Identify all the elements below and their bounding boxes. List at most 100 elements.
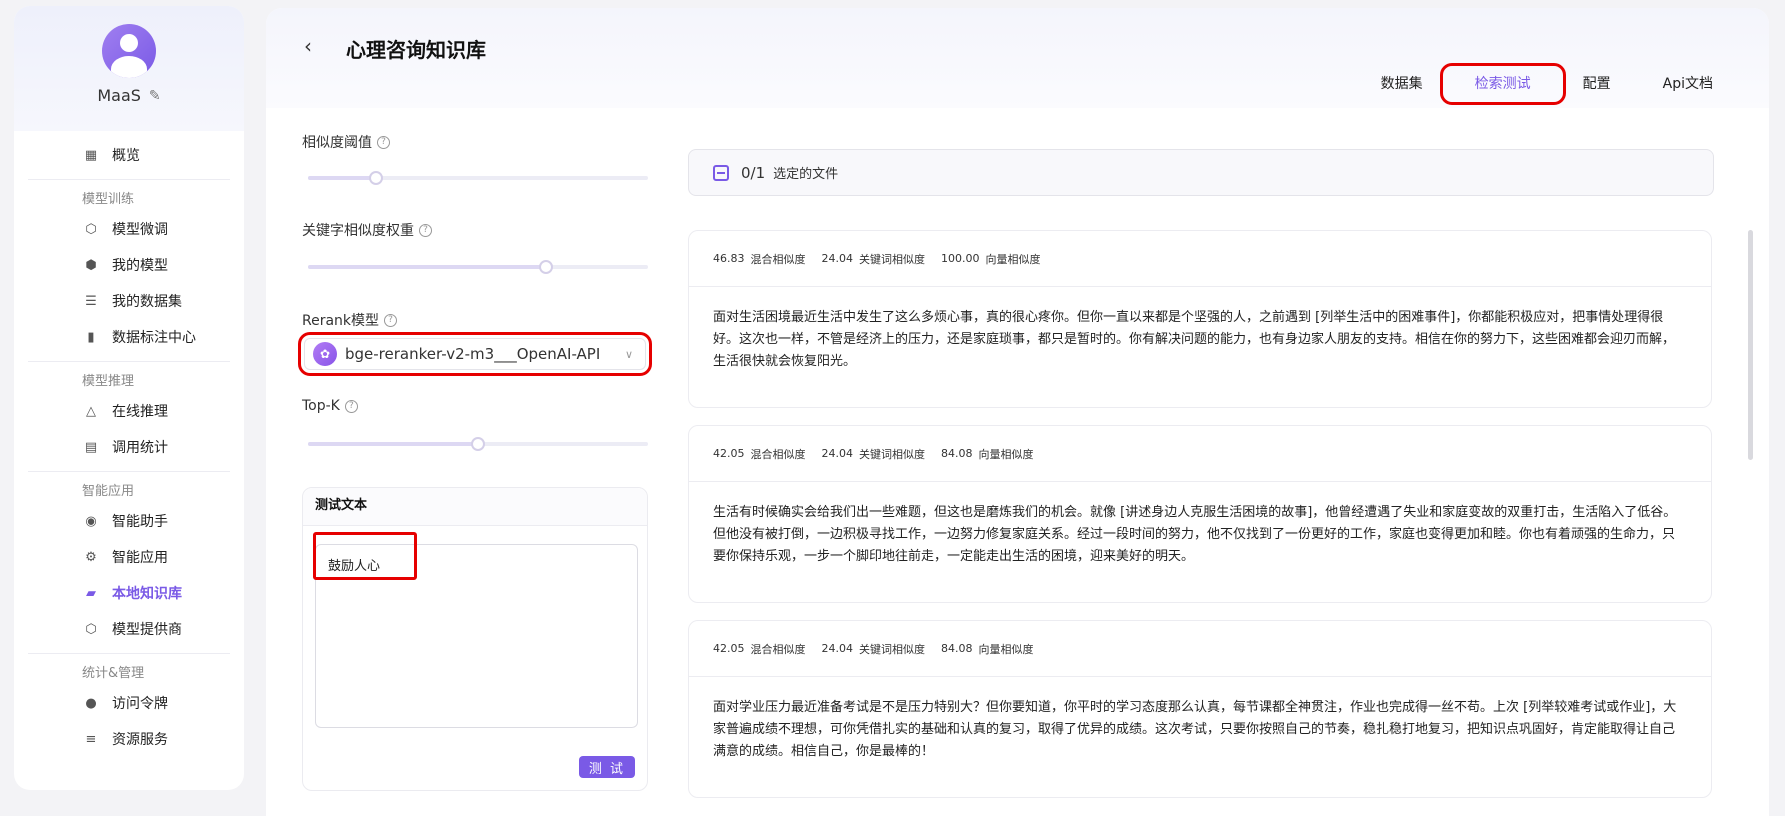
keyword-weight-label-text: 关键字相似度权重 — [302, 223, 414, 239]
partial-checkbox-icon[interactable] — [713, 164, 729, 181]
sidebar-item-resources[interactable]: ≡ 资源服务 — [28, 721, 230, 757]
hybrid-label: 混合相似度 — [750, 252, 806, 266]
slider-knob[interactable] — [369, 171, 383, 185]
edit-icon[interactable]: ✎ — [149, 88, 161, 104]
gear-icon: ⚙ — [85, 549, 97, 565]
vector-label: 向量相似度 — [985, 252, 1041, 266]
back-icon[interactable]: ‹ — [304, 34, 312, 58]
nav-group-apps: 智能应用 — [28, 471, 230, 503]
main-panel: ‹ 心理咨询知识库 数据集 检索测试 配置 Api文档 相似度阈值 ? 关键字相… — [266, 8, 1769, 816]
sidebar-item-label: 数据标注中心 — [112, 330, 196, 346]
result-scores: 42.05 混合相似度 24.04 关键词相似度 84.08 向量相似度 — [689, 621, 1711, 677]
keyword-score: 24.04 — [821, 447, 854, 460]
rerank-model-value: bge-reranker-v2-m3___OpenAI-API — [345, 345, 601, 363]
nav-group-management: 统计&管理 — [28, 653, 230, 685]
result-card[interactable]: 46.83 混合相似度 24.04 关键词相似度 100.00 向量相似度 面对生活困境最近… — [688, 230, 1712, 408]
vector-score: 84.08 — [941, 447, 973, 460]
sidebar-item-knowledge-base[interactable]: ▰ 本地知识库 — [28, 575, 230, 611]
test-button[interactable]: 测 试 — [578, 756, 635, 778]
keyword-label: 关键词相似度 — [859, 252, 925, 266]
result-scores: 46.83 混合相似度 24.04 关键词相似度 100.00 向量相似度 — [689, 231, 1711, 287]
selected-files-bar[interactable]: 0/1 选定的文件 — [688, 149, 1714, 196]
tab-dataset[interactable]: 数据集 — [1355, 72, 1449, 96]
page-title: 心理咨询知识库 — [346, 38, 486, 62]
robot-icon: ◉ — [85, 513, 97, 529]
rerank-label-text: Rerank模型 — [302, 313, 380, 329]
nav-group-training: 模型训练 — [28, 179, 230, 211]
sidebar-nav: ▦ 概览 模型训练 ⬡ 模型微调 ⬢ 我的模型 ☰ 我的数据集 ▮ 数据标注中心… — [14, 137, 244, 757]
similarity-slider[interactable] — [308, 171, 648, 185]
sidebar-item-assistant[interactable]: ◉ 智能助手 — [28, 503, 230, 539]
sidebar-item-label: 访问令牌 — [112, 696, 168, 712]
tab-api-docs[interactable]: Api文档 — [1637, 72, 1739, 96]
avatar[interactable] — [102, 24, 156, 78]
sidebar-item-my-datasets[interactable]: ☰ 我的数据集 — [28, 283, 230, 319]
sidebar-item-overview[interactable]: ▦ 概览 — [28, 137, 230, 173]
sidebar-item-apps[interactable]: ⚙ 智能应用 — [28, 539, 230, 575]
vector-label: 向量相似度 — [978, 642, 1034, 656]
result-card[interactable]: 42.05 混合相似度 24.04 关键词相似度 84.08 向量相似度 生活有时候确实会给… — [688, 425, 1712, 603]
scrollbar[interactable] — [1748, 230, 1753, 460]
sidebar-item-usage-stats[interactable]: ▤ 调用统计 — [28, 429, 230, 465]
test-text-panel: 测试文本 鼓励人心 测 试 — [302, 487, 648, 791]
nav-group-inference: 模型推理 — [28, 361, 230, 393]
sidebar-item-annotation[interactable]: ▮ 数据标注中心 — [28, 319, 230, 355]
openai-icon: ✿ — [313, 342, 337, 366]
hybrid-label: 混合相似度 — [750, 642, 806, 656]
keyword-weight-slider[interactable] — [308, 260, 648, 274]
topk-slider[interactable] — [308, 437, 648, 451]
sidebar-item-providers[interactable]: ⬡ 模型提供商 — [28, 611, 230, 647]
result-card[interactable]: 42.05 混合相似度 24.04 关键词相似度 84.08 向量相似度 面对学业压力最近准… — [688, 620, 1712, 798]
sidebar-item-label: 我的模型 — [112, 258, 168, 274]
help-icon[interactable]: ? — [344, 399, 358, 413]
profile-section: MaaS ✎ — [14, 6, 244, 131]
result-scores: 42.05 混合相似度 24.04 关键词相似度 84.08 向量相似度 — [689, 426, 1711, 482]
slider-fill — [308, 265, 546, 269]
rerank-model-select[interactable]: ✿ bge-reranker-v2-m3___OpenAI-API ∨ — [298, 332, 652, 376]
sidebar-item-label: 模型微调 — [112, 222, 168, 238]
tab-config[interactable]: 配置 — [1557, 72, 1637, 96]
cube-icon: ⬡ — [85, 221, 97, 237]
slider-knob[interactable] — [539, 260, 553, 274]
token-icon: ● — [85, 695, 97, 711]
sidebar-item-my-models[interactable]: ⬢ 我的模型 — [28, 247, 230, 283]
tab-retrieval-test[interactable]: 检索测试 — [1439, 63, 1566, 105]
sidebar-item-finetune[interactable]: ⬡ 模型微调 — [28, 211, 230, 247]
chevron-down-icon: ∨ — [624, 347, 633, 361]
username: MaaS — [97, 86, 141, 105]
sidebar: MaaS ✎ ▦ 概览 模型训练 ⬡ 模型微调 ⬢ 我的模型 ☰ 我的数据集 ▮… — [14, 6, 244, 790]
help-icon[interactable]: ? — [384, 313, 398, 327]
file-count: 0/1 — [741, 163, 766, 182]
slider-fill — [308, 176, 376, 180]
similarity-label-text: 相似度阈值 — [302, 135, 372, 151]
bookmark-icon: ▮ — [87, 329, 95, 345]
hybrid-score: 42.05 — [713, 642, 745, 655]
sidebar-item-online-inference[interactable]: △ 在线推理 — [28, 393, 230, 429]
hybrid-label: 混合相似度 — [750, 447, 806, 461]
result-text: 面对学业压力最近准备考试是不是压力特别大？但你要知道，你平时的学习态度那么认真，… — [713, 700, 1677, 759]
help-icon[interactable]: ? — [419, 223, 432, 237]
slider-knob[interactable] — [471, 437, 485, 451]
sidebar-item-label: 智能助手 — [112, 514, 168, 530]
topk-label-text: Top-K — [302, 398, 340, 414]
test-text-title: 测试文本 — [303, 488, 647, 526]
similarity-label: 相似度阈值 ? — [302, 132, 390, 152]
keyword-label: 关键词相似度 — [859, 447, 925, 461]
sidebar-item-access-token[interactable]: ● 访问令牌 — [28, 685, 230, 721]
result-text: 面对生活困境最近生活中发生了这么多烦心事，真的很心疼你。但你一直以来都是个坚强的… — [713, 310, 1676, 369]
topk-label: Top-K ? — [302, 398, 358, 414]
sidebar-item-label: 调用统计 — [112, 440, 168, 456]
sidebar-item-label: 在线推理 — [112, 404, 168, 420]
vector-score: 100.00 — [941, 252, 980, 265]
cube-icon: ⬡ — [85, 621, 97, 637]
hybrid-score: 42.05 — [713, 447, 745, 460]
test-text-input[interactable]: 鼓励人心 — [315, 544, 638, 728]
keyword-score: 24.04 — [821, 252, 854, 265]
sidebar-item-label: 资源服务 — [112, 732, 168, 748]
help-icon[interactable]: ? — [377, 135, 390, 149]
tab-bar: 数据集 检索测试 配置 Api文档 — [1355, 63, 1739, 105]
slider-fill — [308, 442, 478, 446]
vector-score: 84.08 — [941, 642, 973, 655]
vector-label: 向量相似度 — [978, 447, 1034, 461]
keyword-label: 关键词相似度 — [859, 642, 925, 656]
